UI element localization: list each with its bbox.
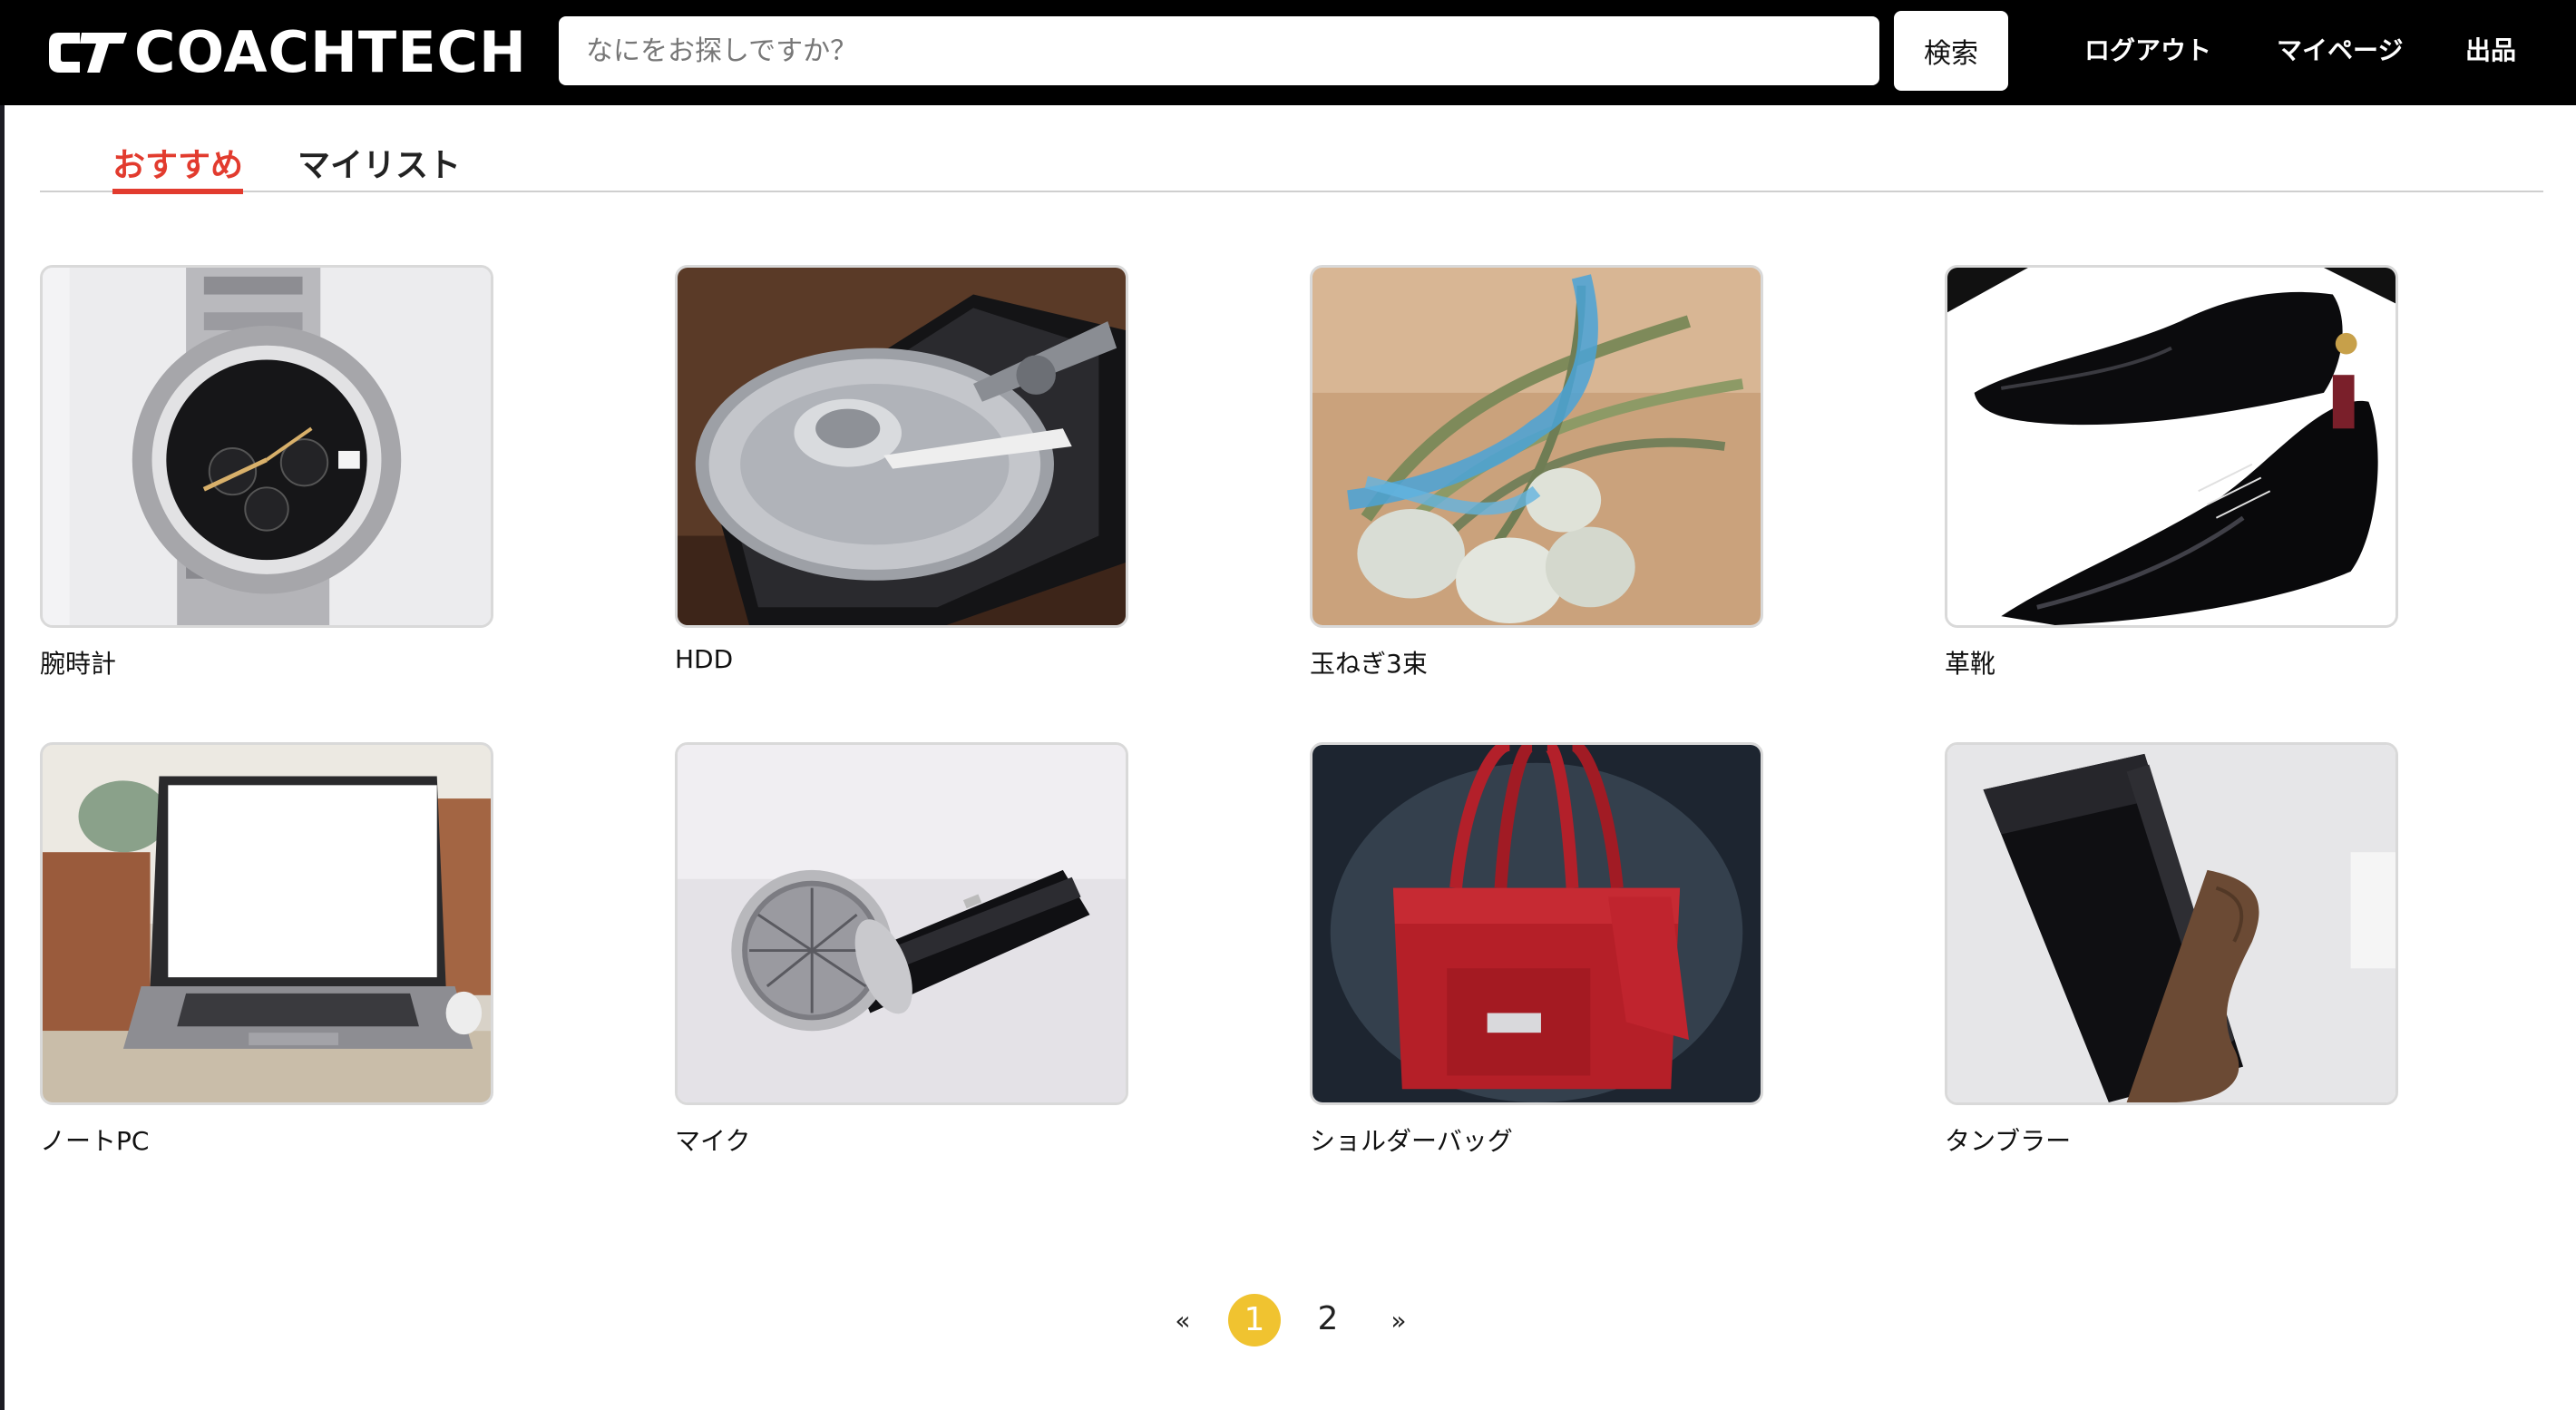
item-name: HDD: [675, 644, 734, 674]
sell-link[interactable]: 出品: [2465, 33, 2516, 69]
pagination-page-current[interactable]: 1: [1228, 1294, 1281, 1346]
item-card[interactable]: マイク: [675, 742, 1128, 1156]
search-input[interactable]: [559, 16, 1879, 85]
leather-shoes-photo-icon: [1947, 268, 2395, 625]
hard-drive-photo-icon: [678, 268, 1126, 625]
item-name: マイク: [675, 1126, 751, 1156]
item-image[interactable]: [40, 742, 493, 1105]
search-button[interactable]: 検索: [1894, 11, 2008, 91]
pagination-prev[interactable]: «: [1170, 1305, 1195, 1337]
shoulder-bag-photo-icon: [1312, 745, 1761, 1102]
header-bar: COACHTECH 検索 ログアウト マイページ 出品: [0, 0, 2576, 105]
item-image[interactable]: [675, 742, 1128, 1105]
item-name: 玉ねぎ3束: [1310, 649, 1428, 679]
tumbler-photo-icon: [1947, 745, 2395, 1102]
item-name: ノートPC: [40, 1126, 150, 1156]
item-image[interactable]: [1310, 742, 1763, 1105]
wristwatch-photo-icon: [43, 268, 491, 625]
item-card[interactable]: タンブラー: [1945, 742, 2398, 1156]
active-tab-indicator: [112, 189, 243, 194]
item-image[interactable]: [1310, 265, 1763, 628]
item-image[interactable]: [1945, 265, 2398, 628]
onions-photo-icon: [1312, 268, 1761, 625]
item-card[interactable]: ショルダーバッグ: [1310, 742, 1763, 1156]
item-image[interactable]: [675, 265, 1128, 628]
microphone-photo-icon: [678, 745, 1126, 1102]
item-card[interactable]: ノートPC: [40, 742, 493, 1156]
logo-mark-icon: [49, 33, 127, 73]
item-name: タンブラー: [1945, 1126, 2072, 1156]
item-card[interactable]: 玉ねぎ3束: [1310, 265, 1763, 679]
item-name: ショルダーバッグ: [1310, 1126, 1513, 1156]
pagination-next[interactable]: »: [1386, 1305, 1411, 1337]
logout-link[interactable]: ログアウト: [2084, 33, 2211, 69]
pagination-page-2[interactable]: 2: [1312, 1299, 1344, 1339]
logo[interactable]: COACHTECH: [44, 24, 527, 82]
logo-text: COACHTECH: [134, 19, 527, 85]
item-card[interactable]: 革靴: [1945, 265, 2398, 679]
item-image[interactable]: [40, 265, 493, 628]
laptop-photo-icon: [43, 745, 491, 1102]
window-edge: [0, 105, 5, 1410]
item-name: 革靴: [1945, 649, 1996, 679]
tab-divider: [40, 191, 2543, 192]
tab-mylist[interactable]: マイリスト: [298, 143, 461, 189]
item-name: 腕時計: [40, 649, 117, 679]
mypage-link[interactable]: マイページ: [2277, 33, 2403, 69]
tab-recommend[interactable]: おすすめ: [112, 143, 243, 189]
item-card[interactable]: HDD: [675, 265, 1128, 674]
item-card[interactable]: 腕時計: [40, 265, 493, 679]
item-image[interactable]: [1945, 742, 2398, 1105]
